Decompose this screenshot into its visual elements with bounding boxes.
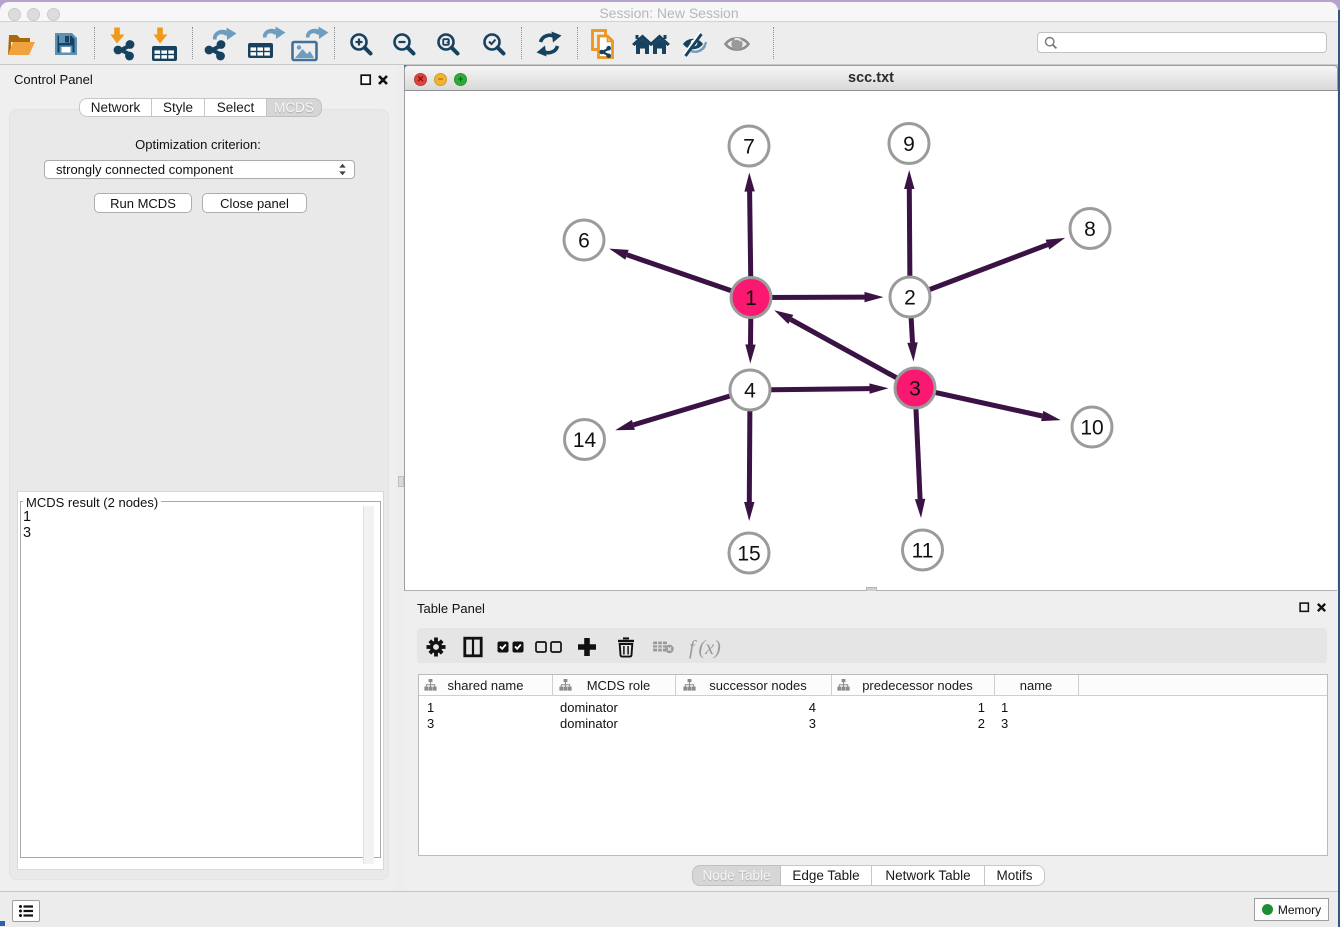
svg-text:8: 8	[1084, 218, 1096, 241]
svg-text:f (x): f (x)	[689, 637, 721, 659]
svg-text:9: 9	[903, 133, 915, 156]
svg-text:2: 2	[904, 287, 916, 310]
svg-text:15: 15	[737, 543, 760, 566]
svg-text:7: 7	[743, 136, 755, 159]
svg-text:11: 11	[912, 540, 934, 563]
svg-text:6: 6	[578, 230, 590, 253]
svg-text:1: 1	[745, 287, 757, 310]
svg-text:10: 10	[1080, 417, 1103, 440]
svg-text:4: 4	[744, 380, 756, 403]
svg-text:3: 3	[909, 378, 921, 401]
svg-text:14: 14	[573, 429, 597, 452]
